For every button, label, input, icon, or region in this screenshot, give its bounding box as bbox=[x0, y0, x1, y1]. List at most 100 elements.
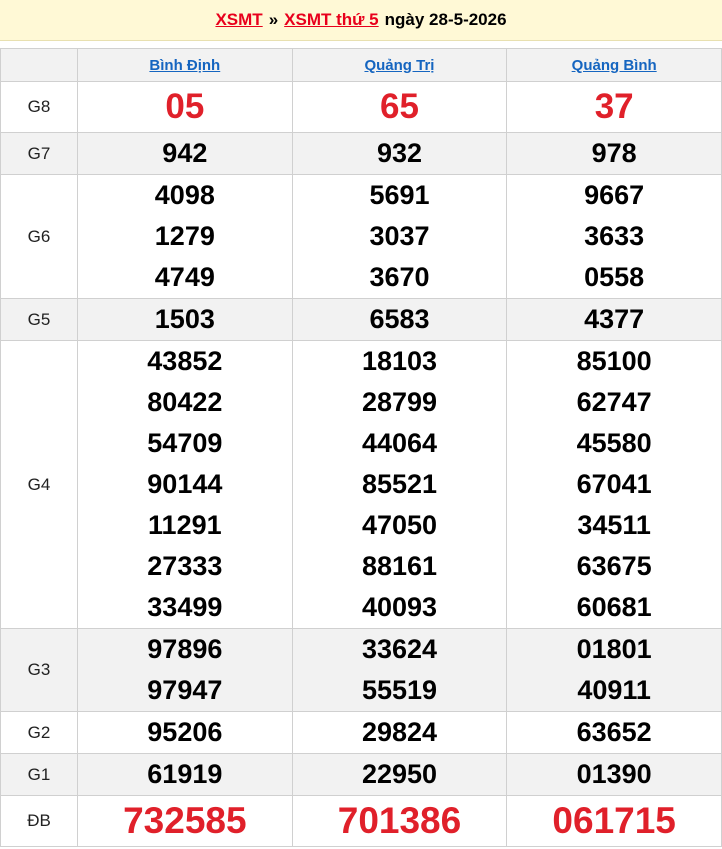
prize-row: G1 61919 22950 01390 bbox=[0, 753, 722, 796]
prize-number: 1503 bbox=[154, 304, 215, 334]
prize-number: 29824 bbox=[361, 717, 438, 747]
prize-row: G2 95206 29824 63652 bbox=[0, 711, 722, 754]
draw-date: ngày 28-5-2026 bbox=[384, 10, 507, 29]
prize-cell: 1503 bbox=[77, 298, 293, 341]
prize-number: 01390 bbox=[576, 759, 652, 789]
prize-cell: 4098 1279 4749 bbox=[77, 174, 293, 299]
prize-cell: 61919 bbox=[77, 753, 293, 796]
prize-row: G7 942 932 978 bbox=[0, 132, 722, 175]
prize-number: 63675 bbox=[576, 551, 652, 581]
breadcrumb: XSMT » XSMT thứ 5 ngày 28-5-2026 bbox=[0, 0, 722, 41]
prize-label: G1 bbox=[0, 753, 78, 796]
prize-number: 5691 bbox=[369, 180, 430, 210]
province-link-quang-binh[interactable]: Quảng Bình bbox=[572, 57, 657, 74]
prize-cell: 29824 bbox=[291, 711, 508, 754]
prize-number: 54709 bbox=[147, 428, 223, 458]
province-header: Quảng Trị bbox=[291, 48, 508, 82]
prize-number: 061715 bbox=[552, 800, 676, 841]
prize-cell: 43852 80422 54709 90144 11291 27333 33499 bbox=[77, 340, 293, 629]
prize-number: 45580 bbox=[576, 428, 652, 458]
prize-cell: 97896 97947 bbox=[77, 628, 293, 712]
prize-number: 701386 bbox=[337, 800, 462, 841]
breadcrumb-xsmt-link[interactable]: XSMT bbox=[215, 10, 262, 30]
prize-row: G6 4098 1279 4749 5691 3037 3670 9667 3633 0558 bbox=[0, 174, 722, 299]
prize-cell: 061715 bbox=[506, 795, 722, 847]
prize-number: 34511 bbox=[577, 510, 651, 540]
prize-cell: 732585 bbox=[77, 795, 293, 847]
prize-label: G5 bbox=[0, 298, 78, 341]
prize-number: 44064 bbox=[361, 428, 438, 458]
prize-number: 01801 bbox=[576, 634, 652, 664]
prize-number: 40093 bbox=[361, 592, 438, 622]
province-header: Bình Định bbox=[77, 48, 293, 82]
prize-cell: 932 bbox=[291, 132, 508, 175]
prize-number: 27333 bbox=[147, 551, 223, 581]
prize-row: G5 1503 6583 4377 bbox=[0, 298, 722, 341]
prize-cell: 701386 bbox=[291, 795, 508, 847]
breadcrumb-separator: » bbox=[268, 10, 279, 29]
prize-number: 90144 bbox=[147, 469, 223, 499]
prize-number: 3037 bbox=[369, 221, 430, 251]
prize-cell: 33624 55519 bbox=[291, 628, 508, 712]
prize-number: 97896 bbox=[147, 634, 223, 664]
prize-number: 85521 bbox=[361, 469, 438, 499]
prize-number: 9667 bbox=[584, 180, 645, 210]
prize-number: 43852 bbox=[147, 346, 223, 376]
prize-cell: 05 bbox=[77, 81, 293, 133]
prize-number: 40911 bbox=[577, 675, 651, 705]
prize-cell: 01801 40911 bbox=[506, 628, 722, 712]
prize-number: 62747 bbox=[576, 387, 652, 417]
prize-number: 61919 bbox=[147, 759, 223, 789]
prize-number: 37 bbox=[594, 87, 634, 126]
prize-number: 3633 bbox=[584, 221, 645, 251]
prize-cell: 6583 bbox=[291, 298, 508, 341]
prize-number: 978 bbox=[591, 138, 637, 168]
prize-number: 22950 bbox=[361, 759, 438, 789]
prize-number: 63652 bbox=[576, 717, 652, 747]
prize-number: 80422 bbox=[147, 387, 223, 417]
prize-number: 65 bbox=[380, 87, 419, 126]
prize-cell: 942 bbox=[77, 132, 293, 175]
prize-number: 4377 bbox=[584, 304, 645, 334]
prize-number: 18103 bbox=[361, 346, 438, 376]
prize-number: 95206 bbox=[147, 717, 223, 747]
prize-number: 11291 bbox=[148, 510, 222, 540]
prize-number: 28799 bbox=[361, 387, 438, 417]
prize-number: 97947 bbox=[147, 675, 223, 705]
prize-number: 85100 bbox=[576, 346, 652, 376]
prize-number: 942 bbox=[162, 138, 208, 168]
prize-cell: 65 bbox=[291, 81, 508, 133]
prize-cell: 18103 28799 44064 85521 47050 88161 40093 bbox=[291, 340, 508, 629]
prize-label: G2 bbox=[0, 711, 78, 754]
prize-label: G7 bbox=[0, 132, 78, 175]
province-header: Quảng Bình bbox=[506, 48, 722, 82]
prize-cell: 978 bbox=[506, 132, 722, 175]
results-table: Bình Định Quảng Trị Quảng Bình G8 05 65 37 G… bbox=[0, 48, 722, 847]
prize-label: ĐB bbox=[0, 795, 78, 847]
prize-cell: 5691 3037 3670 bbox=[291, 174, 508, 299]
prize-number: 67041 bbox=[576, 469, 652, 499]
breadcrumb-day-link[interactable]: XSMT thứ 5 bbox=[284, 10, 378, 30]
prize-number: 55519 bbox=[361, 675, 438, 705]
prize-number: 1279 bbox=[154, 221, 215, 251]
province-link-quang-tri[interactable]: Quảng Trị bbox=[364, 57, 434, 74]
province-header-row: Bình Định Quảng Trị Quảng Bình bbox=[0, 48, 722, 82]
prize-number: 0558 bbox=[584, 262, 645, 292]
prize-number: 4749 bbox=[154, 262, 215, 292]
prize-row: ĐB 732585 701386 061715 bbox=[0, 795, 722, 847]
prize-number: 33499 bbox=[147, 592, 223, 622]
prize-number: 6583 bbox=[369, 304, 430, 334]
prize-row: G3 97896 97947 33624 55519 01801 40911 bbox=[0, 628, 722, 712]
prize-label: G3 bbox=[0, 628, 78, 712]
prize-cell: 4377 bbox=[506, 298, 722, 341]
prize-number: 33624 bbox=[361, 634, 438, 664]
prize-cell: 63652 bbox=[506, 711, 722, 754]
prize-number: 732585 bbox=[123, 800, 247, 841]
prize-cell: 95206 bbox=[77, 711, 293, 754]
prize-cell: 85100 62747 45580 67041 34511 63675 60681 bbox=[506, 340, 722, 629]
prize-number: 932 bbox=[376, 138, 423, 168]
prize-number: 4098 bbox=[154, 180, 215, 210]
prize-cell: 37 bbox=[506, 81, 722, 133]
province-link-binh-dinh[interactable]: Bình Định bbox=[149, 57, 220, 74]
prize-cell: 9667 3633 0558 bbox=[506, 174, 722, 299]
